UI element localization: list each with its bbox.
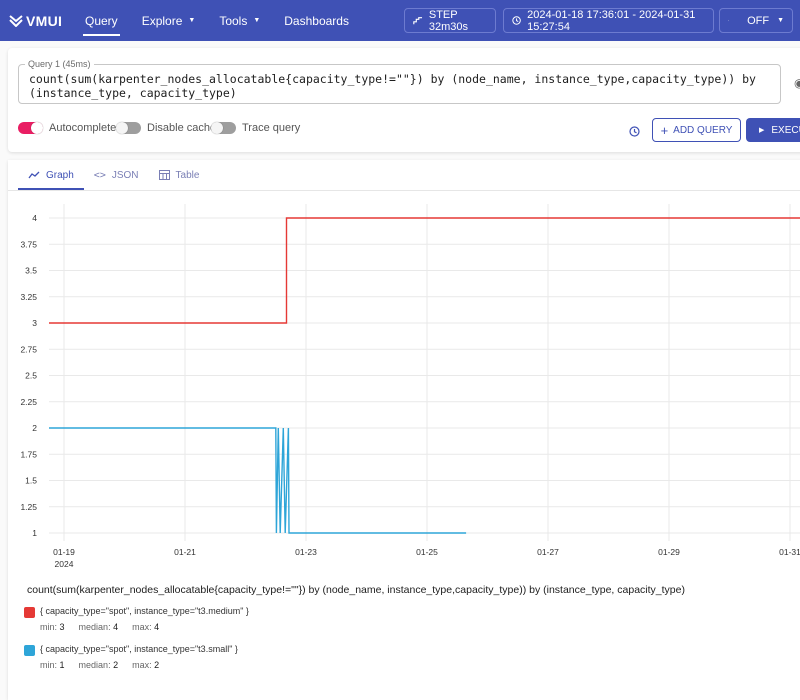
y-tick-label: 1 (32, 528, 37, 538)
stat-median-value: 2 (113, 660, 119, 670)
legend-label: { capacity_type="spot", instance_type="t… (40, 606, 249, 616)
x-tick-label: 01-21 (174, 547, 196, 557)
stat-median-value: 4 (113, 622, 119, 632)
stat-min-value: 3 (59, 622, 65, 632)
x-tick-label: 01-25 (416, 547, 438, 557)
y-tick-label: 2.25 (20, 397, 37, 407)
stat-max-label: max: (132, 660, 152, 670)
x-tick-label: 01-19 (53, 547, 75, 557)
legend-swatch-red[interactable] (24, 607, 35, 618)
legend-label: { capacity_type="spot", instance_type="t… (40, 644, 238, 654)
y-tick-label: 1.25 (20, 502, 37, 512)
x-tick-sublabel: 2024 (55, 559, 74, 569)
stat-median-label: median: (78, 622, 111, 632)
y-tick-label: 3 (32, 318, 37, 328)
y-tick-label: 2.5 (25, 371, 37, 381)
stat-median: median: 2 (79, 660, 119, 670)
stat-min: min: 1 (40, 660, 65, 670)
y-tick-label: 3.75 (20, 239, 37, 249)
stat-max: max: 2 (132, 660, 159, 670)
stat-max-value: 2 (154, 660, 160, 670)
y-tick-label: 4 (32, 213, 37, 223)
stat-max-value: 4 (154, 622, 160, 632)
legend-stats: min: 1 median: 2 max: 2 (40, 660, 173, 670)
y-tick-label: 3.25 (20, 292, 37, 302)
stat-median-label: median: (78, 660, 111, 670)
x-tick-label: 01-27 (537, 547, 559, 557)
stat-min: min: 3 (40, 622, 65, 632)
legend-title: count(sum(karpenter_nodes_allocatable{ca… (27, 584, 685, 596)
stat-min-value: 1 (59, 660, 65, 670)
stat-max: max: 4 (132, 622, 159, 632)
stat-min-label: min: (40, 660, 58, 670)
legend-swatch-blue[interactable] (24, 645, 35, 656)
x-tick-label: 01-23 (295, 547, 317, 557)
y-tick-label: 2 (32, 423, 37, 433)
y-tick-label: 1.5 (25, 476, 37, 486)
x-tick-label: 01-29 (658, 547, 680, 557)
time-series-chart[interactable]: 1 1.25 1.5 1.75 2 2.25 2.5 2.75 3 3.25 3.5 3.75 4 01-… (0, 0, 800, 580)
stat-max-label: max: (132, 622, 152, 632)
legend-stats: min: 3 median: 4 max: 4 (40, 622, 173, 632)
stat-min-label: min: (40, 622, 58, 632)
x-tick-label: 01-31 (779, 547, 800, 557)
y-tick-label: 2.75 (20, 344, 37, 354)
stat-median: median: 4 (79, 622, 119, 632)
y-tick-label: 1.75 (20, 449, 37, 459)
y-tick-label: 3.5 (25, 266, 37, 276)
